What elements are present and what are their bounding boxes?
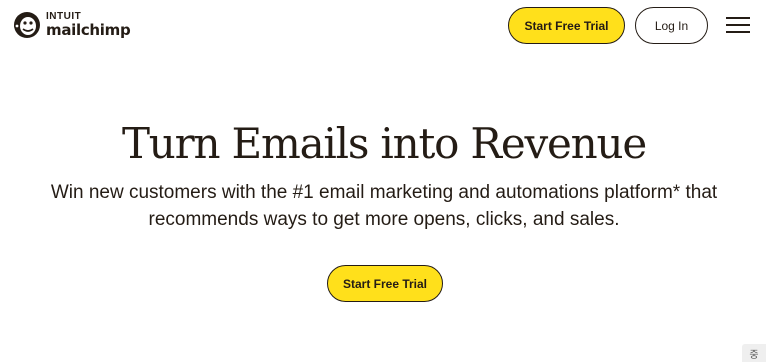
hero-subtitle: Win new customers with the #1 email mark… (50, 182, 718, 230)
hamburger-menu-icon[interactable] (726, 14, 752, 36)
accessibility-widget-icon[interactable]: 중 (742, 344, 766, 362)
menu-bar (726, 31, 750, 33)
logo-brand-bottom: mailchimp (46, 21, 131, 39)
logo-wordmark: INTUIT mailchimp (46, 12, 131, 39)
header-start-trial-button[interactable]: Start Free Trial (508, 7, 625, 44)
page: INTUIT mailchimp Start Free Trial Log In… (0, 0, 768, 362)
menu-bar (726, 17, 750, 19)
menu-bar (726, 24, 750, 26)
hero-start-trial-button[interactable]: Start Free Trial (327, 265, 443, 302)
site-header: INTUIT mailchimp Start Free Trial Log In (0, 0, 768, 50)
login-button[interactable]: Log In (635, 7, 708, 44)
mailchimp-logo[interactable]: INTUIT mailchimp (12, 8, 142, 42)
hero-title: Turn Emails into Revenue (121, 119, 647, 168)
freddie-logo-icon (14, 12, 40, 38)
